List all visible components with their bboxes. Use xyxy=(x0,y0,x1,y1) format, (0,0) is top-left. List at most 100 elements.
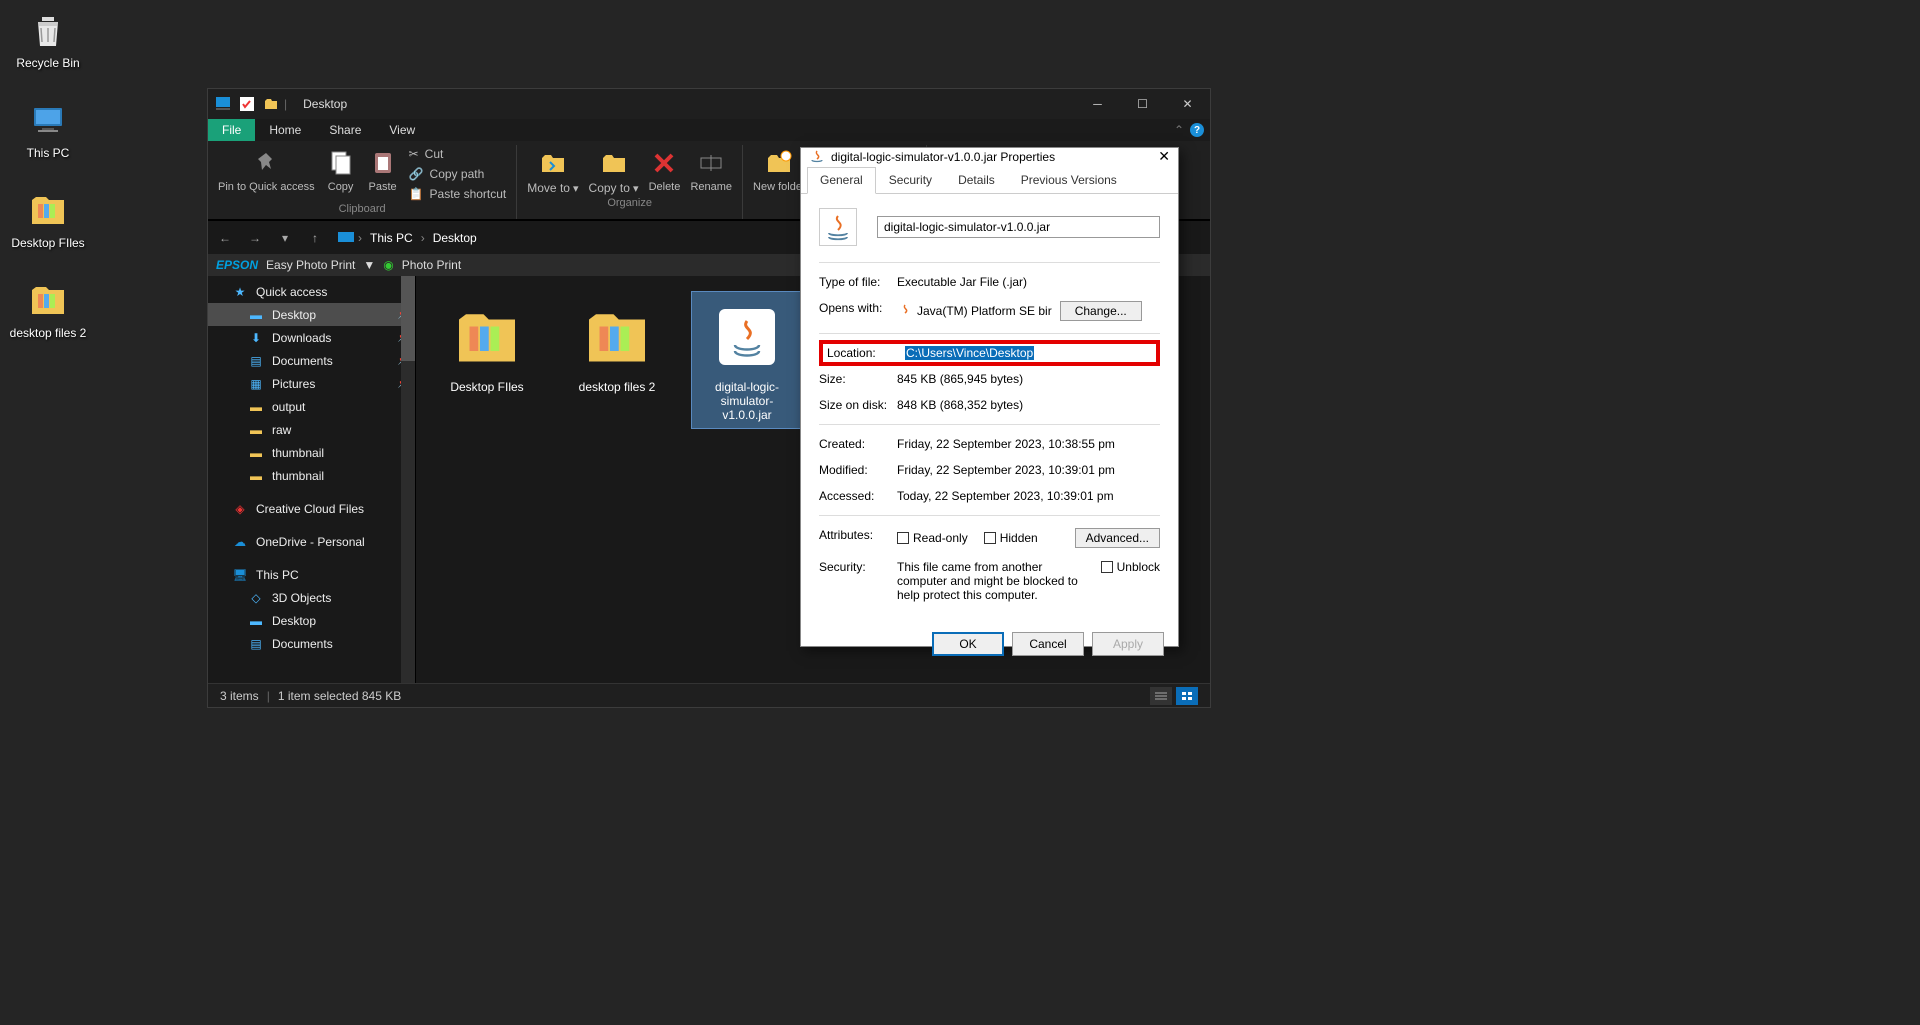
desktop-icon-folder-1[interactable]: Desktop FIles xyxy=(8,188,88,250)
recent-dropdown[interactable]: ▾ xyxy=(274,227,296,249)
delete-x-icon xyxy=(648,147,680,179)
pin-icon xyxy=(250,147,282,179)
folder-icon xyxy=(578,298,656,376)
folder-qat-icon[interactable] xyxy=(264,97,278,111)
folder-icon xyxy=(448,298,526,376)
sidebar-documents-2[interactable]: ▤Documents xyxy=(208,632,415,655)
desktop-icon-folder-2[interactable]: desktop files 2 xyxy=(8,278,88,340)
epson-brand: EPSON xyxy=(216,258,258,272)
sidebar-documents[interactable]: ▤Documents📌 xyxy=(208,349,415,372)
maximize-button[interactable]: ☐ xyxy=(1120,89,1165,119)
copy-icon xyxy=(325,147,357,179)
unblock-checkbox[interactable]: Unblock xyxy=(1101,560,1160,574)
sidebar-scroll-thumb[interactable] xyxy=(401,276,415,361)
forward-button[interactable]: → xyxy=(244,227,266,249)
properties-titlebar[interactable]: digital-logic-simulator-v1.0.0.jar Prope… xyxy=(801,148,1178,165)
sidebar-thumbnail[interactable]: ▬thumbnail xyxy=(208,441,415,464)
sidebar-downloads[interactable]: ⬇Downloads📌 xyxy=(208,326,415,349)
sidebar-pictures[interactable]: ▦Pictures📌 xyxy=(208,372,415,395)
properties-qat-icon[interactable] xyxy=(240,97,254,111)
delete-button[interactable]: Delete xyxy=(648,147,680,193)
sidebar-3d-objects[interactable]: ◇3D Objects xyxy=(208,586,415,609)
back-button[interactable]: ← xyxy=(214,227,236,249)
desktop-icon-recycle-bin[interactable]: Recycle Bin xyxy=(8,8,88,70)
filename-input[interactable] xyxy=(877,216,1160,238)
cut-button[interactable]: ✂Cut xyxy=(409,147,507,161)
file-item-desktop-files-2[interactable]: desktop files 2 xyxy=(562,292,672,400)
menubar: File Home Share View ⌃ ? xyxy=(208,119,1210,141)
minimize-button[interactable]: ─ xyxy=(1075,89,1120,119)
new-folder-icon xyxy=(763,147,795,179)
folder-arrow-icon xyxy=(537,147,569,179)
collapse-ribbon-icon[interactable]: ⌃ xyxy=(1174,123,1184,137)
photo-print[interactable]: Photo Print xyxy=(402,258,461,272)
java-icon xyxy=(809,149,825,165)
new-folder-button[interactable]: New folder xyxy=(753,147,806,193)
easy-photo-print[interactable]: Easy Photo Print xyxy=(266,258,355,272)
desktop-icon-this-pc[interactable]: This PC xyxy=(8,98,88,160)
close-button[interactable]: ✕ xyxy=(1165,89,1210,119)
sidebar-desktop[interactable]: ▬Desktop📌 xyxy=(208,303,415,326)
status-bar: 3 items | 1 item selected 845 KB xyxy=(208,683,1210,707)
copy-button[interactable]: Copy xyxy=(325,147,357,193)
view-details-button[interactable] xyxy=(1150,687,1172,705)
crumb-this-pc[interactable]: This PC xyxy=(366,231,417,245)
sidebar-onedrive[interactable]: ☁OneDrive - Personal xyxy=(208,530,415,553)
pin-button[interactable]: Pin to Quick access xyxy=(218,147,315,193)
folder-icon xyxy=(26,188,70,232)
navigation-pane: ★Quick access ▬Desktop📌 ⬇Downloads📌 ▤Doc… xyxy=(208,276,416,683)
help-icon[interactable]: ? xyxy=(1190,123,1204,137)
java-jar-icon xyxy=(708,298,786,376)
folder-icon: ▬ xyxy=(248,445,264,461)
up-button[interactable]: ↑ xyxy=(304,227,326,249)
tab-details[interactable]: Details xyxy=(945,167,1008,193)
tab-file[interactable]: File xyxy=(208,119,255,141)
tab-home[interactable]: Home xyxy=(255,119,315,141)
computer-icon xyxy=(26,98,70,142)
size-on-disk-value: 848 KB (868,352 bytes) xyxy=(897,398,1160,412)
desktop-icons-area: Recycle Bin This PC Desktop FIles deskto… xyxy=(8,8,88,368)
copy-path-button[interactable]: 🔗Copy path xyxy=(409,167,507,181)
computer-icon: 🖥 xyxy=(232,567,248,583)
file-item-jar[interactable]: digital-logic-simulator-v1.0.0.jar xyxy=(692,292,802,428)
close-icon[interactable]: ✕ xyxy=(1158,148,1170,165)
folder-icon: ▬ xyxy=(248,468,264,484)
sidebar-desktop-2[interactable]: ▬Desktop xyxy=(208,609,415,632)
tab-share[interactable]: Share xyxy=(315,119,375,141)
tab-previous-versions[interactable]: Previous Versions xyxy=(1008,167,1130,193)
sidebar-creative-cloud[interactable]: ◈Creative Cloud Files xyxy=(208,497,415,520)
crumb-desktop[interactable]: Desktop xyxy=(429,231,481,245)
sidebar-raw[interactable]: ▬raw xyxy=(208,418,415,441)
sidebar-output[interactable]: ▬output xyxy=(208,395,415,418)
java-icon xyxy=(897,303,913,319)
location-label: Location: xyxy=(827,346,905,360)
hidden-checkbox[interactable]: Hidden xyxy=(984,531,1038,545)
advanced-button[interactable]: Advanced... xyxy=(1075,528,1160,548)
size-on-disk-label: Size on disk: xyxy=(819,398,897,412)
rename-button[interactable]: Rename xyxy=(690,147,732,193)
move-to-button[interactable]: Move to ▾ xyxy=(527,147,578,195)
readonly-checkbox[interactable]: Read-only xyxy=(897,531,968,545)
paste-shortcut-button[interactable]: 📋Paste shortcut xyxy=(409,187,507,201)
window-titlebar[interactable]: | Desktop ─ ☐ ✕ xyxy=(208,89,1210,119)
copy-to-button[interactable]: Copy to ▾ xyxy=(589,147,639,195)
properties-body: Type of file: Executable Jar File (.jar)… xyxy=(801,194,1178,622)
location-value[interactable]: C:\Users\Vince\Desktop xyxy=(905,346,1034,360)
sidebar-thumbnail-2[interactable]: ▬thumbnail xyxy=(208,464,415,487)
modified-value: Friday, 22 September 2023, 10:39:01 pm xyxy=(897,463,1160,477)
tab-view[interactable]: View xyxy=(375,119,429,141)
file-item-desktop-files[interactable]: Desktop FIles xyxy=(432,292,542,400)
tab-security[interactable]: Security xyxy=(876,167,945,193)
created-label: Created: xyxy=(819,437,897,451)
accessed-label: Accessed: xyxy=(819,489,897,503)
sidebar-this-pc[interactable]: 🖥This PC xyxy=(208,563,415,586)
ok-button[interactable]: OK xyxy=(932,632,1004,656)
tab-general[interactable]: General xyxy=(807,167,876,194)
paste-button[interactable]: Paste xyxy=(367,147,399,193)
cancel-button[interactable]: Cancel xyxy=(1012,632,1084,656)
accessed-value: Today, 22 September 2023, 10:39:01 pm xyxy=(897,489,1160,503)
sidebar-quick-access[interactable]: ★Quick access xyxy=(208,280,415,303)
view-icons-button[interactable] xyxy=(1176,687,1198,705)
change-button[interactable]: Change... xyxy=(1060,301,1142,321)
created-value: Friday, 22 September 2023, 10:38:55 pm xyxy=(897,437,1160,451)
